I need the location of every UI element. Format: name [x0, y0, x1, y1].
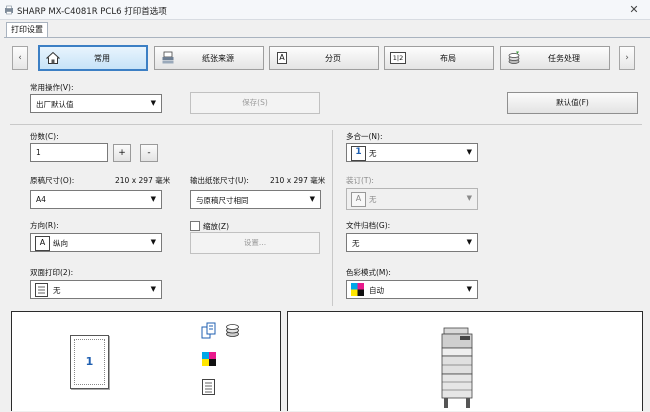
color-mode-label: 色彩模式(M):	[346, 268, 391, 277]
nav-item-job-handling[interactable]: 任务处理	[500, 46, 610, 70]
orientation-select[interactable]: A 纵向 ▼	[30, 233, 162, 252]
binding-select[interactable]: A 无 ▼	[346, 188, 478, 210]
zoom-label: 缩放(Z)	[203, 222, 229, 231]
paper-tray-icon	[162, 51, 174, 64]
document-preview-panel: 1	[11, 311, 281, 411]
chevron-down-icon: ▼	[466, 148, 472, 156]
single-sided-indicator-icon	[202, 379, 215, 395]
color-mode-value: 自动	[369, 286, 384, 295]
binding-icon: A	[351, 192, 366, 207]
binding-label: 装订(T):	[346, 176, 374, 185]
home-icon	[46, 51, 60, 64]
nav-item-label: 纸张来源	[202, 54, 234, 63]
nup-select[interactable]: 1 无 ▼	[346, 143, 478, 162]
output-size-dims: 210 x 297 毫米	[270, 176, 326, 185]
chevron-down-icon: ▼	[309, 195, 315, 203]
printer-preview-panel	[287, 311, 643, 411]
filing-value: 无	[352, 239, 360, 248]
portrait-icon: A	[35, 236, 50, 251]
color-mode-icon	[351, 283, 364, 296]
original-size-select[interactable]: A4 ▼	[30, 190, 162, 209]
one-up-icon: 1	[351, 146, 366, 161]
chevron-down-icon: ▼	[150, 195, 156, 203]
color-mode-select[interactable]: 自动 ▼	[346, 280, 478, 299]
original-size-dims: 210 x 297 毫米	[115, 176, 171, 185]
nav-item-label: 布局	[440, 54, 456, 63]
nup-value: 无	[369, 149, 377, 158]
filing-select[interactable]: 无 ▼	[346, 233, 478, 252]
color-mode-indicator-icon	[202, 352, 216, 366]
stack-icon	[226, 324, 239, 337]
title-bar: SHARP MX-C4081R PCL6 打印首选项 ✕	[0, 0, 650, 20]
binding-value: 无	[369, 195, 377, 204]
orientation-value: 纵向	[53, 239, 68, 248]
original-size-value: A4	[36, 195, 46, 204]
close-icon[interactable]: ✕	[626, 4, 642, 16]
chevron-down-icon: ▼	[150, 238, 156, 246]
chevron-down-icon: ▼	[466, 238, 472, 246]
nav-next-button[interactable]: ›	[619, 46, 635, 70]
nav-item-label: 常用	[94, 54, 110, 63]
common-ops-value: 出厂默认值	[36, 100, 74, 109]
nup-label: 多合一(N):	[346, 132, 383, 141]
chevron-down-icon: ▼	[466, 285, 472, 293]
nav-item-paper-source[interactable]: 纸张来源	[154, 46, 264, 70]
window-title: SHARP MX-C4081R PCL6 打印首选项	[17, 7, 167, 17]
orientation-label: 方向(R):	[30, 221, 59, 230]
nav-item-common[interactable]: 常用	[38, 45, 148, 71]
chevron-down-icon: ▼	[150, 99, 156, 107]
section-divider	[10, 124, 642, 125]
printer-device-icon	[441, 327, 473, 408]
copies-value: 1	[36, 148, 41, 157]
save-button[interactable]: 保存(S)	[190, 92, 320, 114]
chevron-down-icon: ▼	[150, 285, 156, 293]
copies-increment-button[interactable]: +	[113, 144, 131, 162]
zoom-checkbox[interactable]	[190, 221, 200, 231]
nav-item-pagination[interactable]: A 分页	[269, 46, 379, 70]
duplex-label: 双面打印(2):	[30, 268, 74, 277]
nav-item-label: 任务处理	[548, 54, 580, 63]
printer-icon	[5, 5, 13, 15]
copy-pages-icon	[201, 322, 216, 339]
original-size-label: 原稿尺寸(O):	[30, 176, 75, 185]
nav-item-label: 分页	[325, 54, 341, 63]
chevron-down-icon: ▼	[466, 194, 472, 202]
output-size-value: 与原稿尺寸相同	[196, 196, 249, 205]
nav-prev-button[interactable]: ‹	[12, 46, 28, 70]
tab-print-settings[interactable]: 打印设置	[6, 22, 48, 37]
column-divider	[332, 130, 333, 306]
copies-label: 份数(C):	[30, 132, 59, 141]
default-button[interactable]: 默认值(F)	[507, 92, 638, 114]
common-ops-label: 常用操作(V):	[30, 83, 74, 92]
page-preview: 1	[70, 335, 109, 389]
output-size-label: 输出纸张尺寸(U):	[190, 176, 249, 185]
duplex-value: 无	[53, 286, 61, 295]
copies-input[interactable]: 1	[30, 143, 108, 162]
layout-icon: 1|2	[390, 52, 406, 64]
output-size-select[interactable]: 与原稿尺寸相同 ▼	[190, 190, 321, 209]
copies-decrement-button[interactable]: -	[140, 144, 158, 162]
page-icon: A	[277, 52, 287, 64]
common-ops-select[interactable]: 出厂默认值 ▼	[30, 94, 162, 113]
zoom-settings-button[interactable]: 设置...	[190, 232, 320, 254]
job-stack-icon	[508, 51, 520, 64]
page-number: 1	[74, 339, 105, 385]
duplex-select[interactable]: 无 ▼	[30, 280, 162, 299]
single-sided-icon	[35, 283, 48, 297]
nav-item-layout[interactable]: 1|2 布局	[384, 46, 494, 70]
filing-label: 文件归档(G):	[346, 221, 391, 230]
